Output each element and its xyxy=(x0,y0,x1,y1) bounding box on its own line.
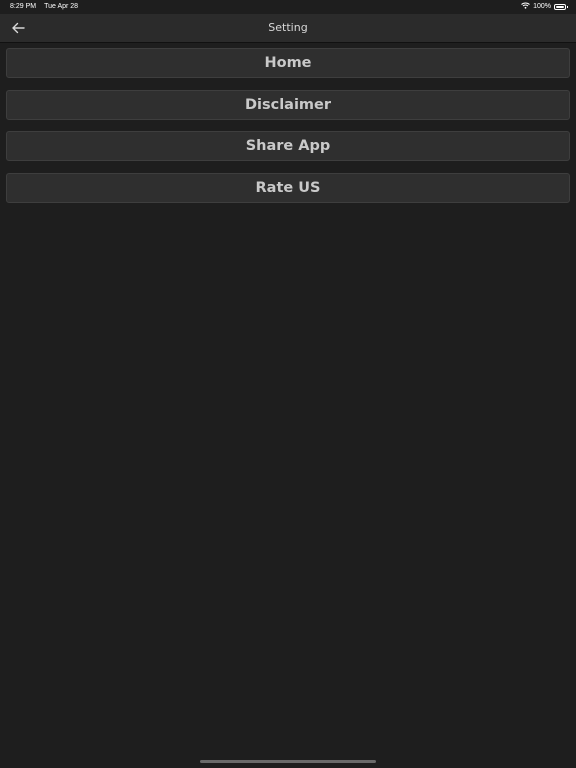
disclaimer-button[interactable]: Disclaimer xyxy=(6,89,570,120)
screen: 8:29 PM Tue Apr 28 100% Setting Home Dis… xyxy=(0,0,576,768)
battery-percent: 100% xyxy=(533,3,551,10)
wifi-icon xyxy=(521,2,530,11)
rate-us-button[interactable]: Rate US xyxy=(6,172,570,203)
settings-menu: Home Disclaimer Share App Rate US xyxy=(6,48,570,214)
home-indicator[interactable] xyxy=(200,760,376,763)
status-left: 8:29 PM Tue Apr 28 xyxy=(10,3,78,10)
status-right: 100% xyxy=(521,2,568,11)
status-date: Tue Apr 28 xyxy=(44,3,79,10)
battery-icon xyxy=(554,3,568,10)
battery-fill xyxy=(556,5,564,8)
nav-bar: Setting xyxy=(0,14,576,43)
status-bar: 8:29 PM Tue Apr 28 100% xyxy=(0,0,576,14)
share-app-button[interactable]: Share App xyxy=(6,131,570,161)
page-title: Setting xyxy=(268,21,308,34)
home-button[interactable]: Home xyxy=(6,48,570,78)
status-time: 8:29 PM xyxy=(10,3,37,10)
